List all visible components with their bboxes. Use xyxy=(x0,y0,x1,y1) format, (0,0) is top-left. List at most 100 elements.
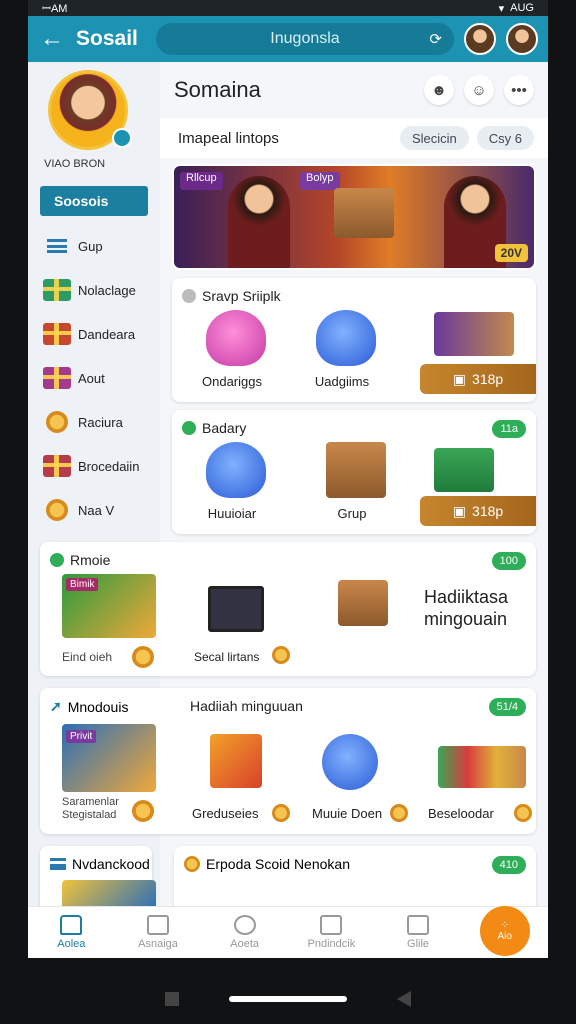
cat-mascot-icon xyxy=(206,310,266,366)
coin-bag-icon xyxy=(210,734,262,788)
fab-button[interactable]: ⁘ Aio xyxy=(479,905,530,956)
sidebar-item-raciura[interactable]: Raciura xyxy=(28,400,160,444)
card-item[interactable]: Ondariggs xyxy=(182,310,292,400)
card-item[interactable]: Huuioiar xyxy=(182,442,292,532)
section-title: Rmoie xyxy=(70,552,111,568)
gift-box-icon xyxy=(338,580,388,626)
profile-block[interactable]: VIAO BRON xyxy=(28,62,160,180)
bottom-navigation: Aolea Asnaiga Aoeta Pndindcik Glile ⁘ Ai… xyxy=(28,905,548,958)
search-icon xyxy=(233,915,256,935)
promo-thumbnail[interactable]: Bimik xyxy=(62,574,156,638)
store-icon xyxy=(147,915,169,935)
tag-icon xyxy=(182,289,196,303)
gift-box-icon xyxy=(326,442,386,498)
sync-icon[interactable]: ⟳ xyxy=(429,30,442,48)
item-label: Secal lirtans xyxy=(194,650,260,664)
sidebar-item-dandeara[interactable]: Dandeara xyxy=(28,312,160,356)
nav-search[interactable]: Aoeta xyxy=(201,907,288,958)
bag-icon: ▣ xyxy=(452,502,467,519)
sidebar-item-brocedaiin[interactable]: Brocedaiin xyxy=(28,444,160,488)
phone-screen: ꟷAM ▾ AUG ← Sosail Inugonsla ⟳ VIAO BRON… xyxy=(28,0,548,958)
filter-pill-2[interactable]: Csy 6 xyxy=(476,126,534,150)
coin-icon xyxy=(514,804,532,822)
cat-mascot-icon xyxy=(322,734,378,790)
filter-pill-1[interactable]: Slecicin xyxy=(399,126,469,150)
coin-icon xyxy=(132,800,154,822)
banner-tag-2: Bolyp xyxy=(300,172,340,190)
avatar-2[interactable] xyxy=(506,23,538,55)
sidebar-item-aout[interactable]: Aout xyxy=(28,356,160,400)
bag-icon: ▣ xyxy=(452,370,467,387)
nav-gift[interactable]: Glile xyxy=(375,907,462,958)
nav-home[interactable]: Aolea xyxy=(28,907,115,958)
nav-list[interactable]: Pndindcik xyxy=(288,907,375,958)
card-item[interactable]: Grup xyxy=(302,442,412,532)
nav-label: Asnaiga xyxy=(138,938,178,950)
gift-icon xyxy=(43,367,71,389)
more-options-icon[interactable]: ••• xyxy=(504,75,534,105)
back-icon[interactable] xyxy=(397,991,411,1007)
offer-card-2[interactable]: Badary 11a Huuioiar Grup ▣ 318p xyxy=(172,410,536,534)
gift-boxes-icon xyxy=(438,746,526,788)
status-bar: ꟷAM ▾ AUG xyxy=(28,0,548,16)
section-badge: 410 xyxy=(491,856,526,874)
search-bar[interactable]: Inugonsla ⟳ xyxy=(156,23,454,55)
recents-icon[interactable] xyxy=(165,992,179,1006)
sidebar-item-gup[interactable]: Gup xyxy=(28,224,160,268)
pin-icon: ➚ xyxy=(50,698,62,714)
price-button[interactable]: ▣ 318p xyxy=(420,364,536,394)
gift-boxes-icon xyxy=(434,312,514,356)
gift-icon xyxy=(43,455,71,477)
section-rmoie[interactable]: Rmoie 100 Bimik Eind oieh Secal lirtans … xyxy=(40,542,536,676)
section-mnodouis[interactable]: ➚ Mnodouis Hadiiah minguuan 51/4 Privit … xyxy=(40,688,536,834)
sidebar-item-nolaclage[interactable]: Nolaclage xyxy=(28,268,160,312)
section-title: Nvdanckood xyxy=(72,856,150,872)
cat-mascot-icon xyxy=(316,310,376,366)
monitor-icon xyxy=(208,586,264,632)
offer-card-1[interactable]: Sravp Sriiplk Ondariggs Uadgiims ▣ 318p xyxy=(172,278,536,402)
price-button[interactable]: ▣ 318p xyxy=(420,496,536,526)
mask-icon[interactable]: ☻ xyxy=(424,75,454,105)
coin-icon xyxy=(46,499,68,521)
coin-icon xyxy=(46,411,68,433)
status-time: ꟷAM xyxy=(42,2,68,15)
section-center-title: Erpoda Scoid Nenokan xyxy=(206,856,350,872)
home-gesture-bar[interactable] xyxy=(229,996,347,1002)
item-label: Saramenlar Stegistalad xyxy=(62,796,119,821)
back-arrow-icon[interactable]: ← xyxy=(38,25,66,53)
promo-thumbnail[interactable]: Privit xyxy=(62,724,156,792)
profile-name: VIAO BRON xyxy=(44,158,106,170)
promo-banner[interactable]: Rllcup Bolyp 20V xyxy=(172,164,536,270)
sidebar-item-naa-v[interactable]: Naa V xyxy=(28,488,160,532)
card-item-label: Uadgiims xyxy=(314,374,370,389)
nav-label: Glile xyxy=(407,938,430,950)
avatar-1[interactable] xyxy=(464,23,496,55)
section-badge: 100 xyxy=(491,552,526,570)
card-title: Sravp Sriiplk xyxy=(202,288,281,304)
promo-tag: Bimik xyxy=(66,578,99,591)
card-item-label: Huuioiar xyxy=(207,506,257,521)
profile-badge-icon xyxy=(112,128,132,148)
wifi-icon: ▾ xyxy=(498,2,505,15)
card-item[interactable]: Uadgiims xyxy=(292,310,402,400)
dots-icon: ⁘ xyxy=(500,919,509,931)
sidebar-item-selected[interactable]: Soosois xyxy=(40,186,148,216)
sidebar-item-label: Gup xyxy=(78,238,103,254)
price-label: 318p xyxy=(472,371,504,387)
sidebar-item-label: Dandeara xyxy=(78,326,136,342)
sidebar-item-label: Aout xyxy=(78,370,105,386)
main-title: Somaina xyxy=(174,77,261,102)
main-panel: Somaina ☻ ☺ ••• Imapeal lintops Slecicin… xyxy=(160,62,548,542)
card-badge: 11a xyxy=(492,420,526,438)
nav-label: Aoeta xyxy=(230,938,260,950)
gift-icon xyxy=(43,279,71,301)
item-label: Eind oieh xyxy=(62,650,113,664)
coin-icon xyxy=(272,804,290,822)
user-avatar-icon[interactable]: ☺ xyxy=(464,75,494,105)
system-navigation xyxy=(0,984,576,1014)
top-bar: ← Sosail Inugonsla ⟳ xyxy=(28,16,548,62)
menu-icon xyxy=(50,858,66,870)
main-header: Somaina ☻ ☺ ••• xyxy=(160,62,548,118)
nav-store[interactable]: Asnaiga xyxy=(115,907,202,958)
menu-icon xyxy=(47,239,67,253)
